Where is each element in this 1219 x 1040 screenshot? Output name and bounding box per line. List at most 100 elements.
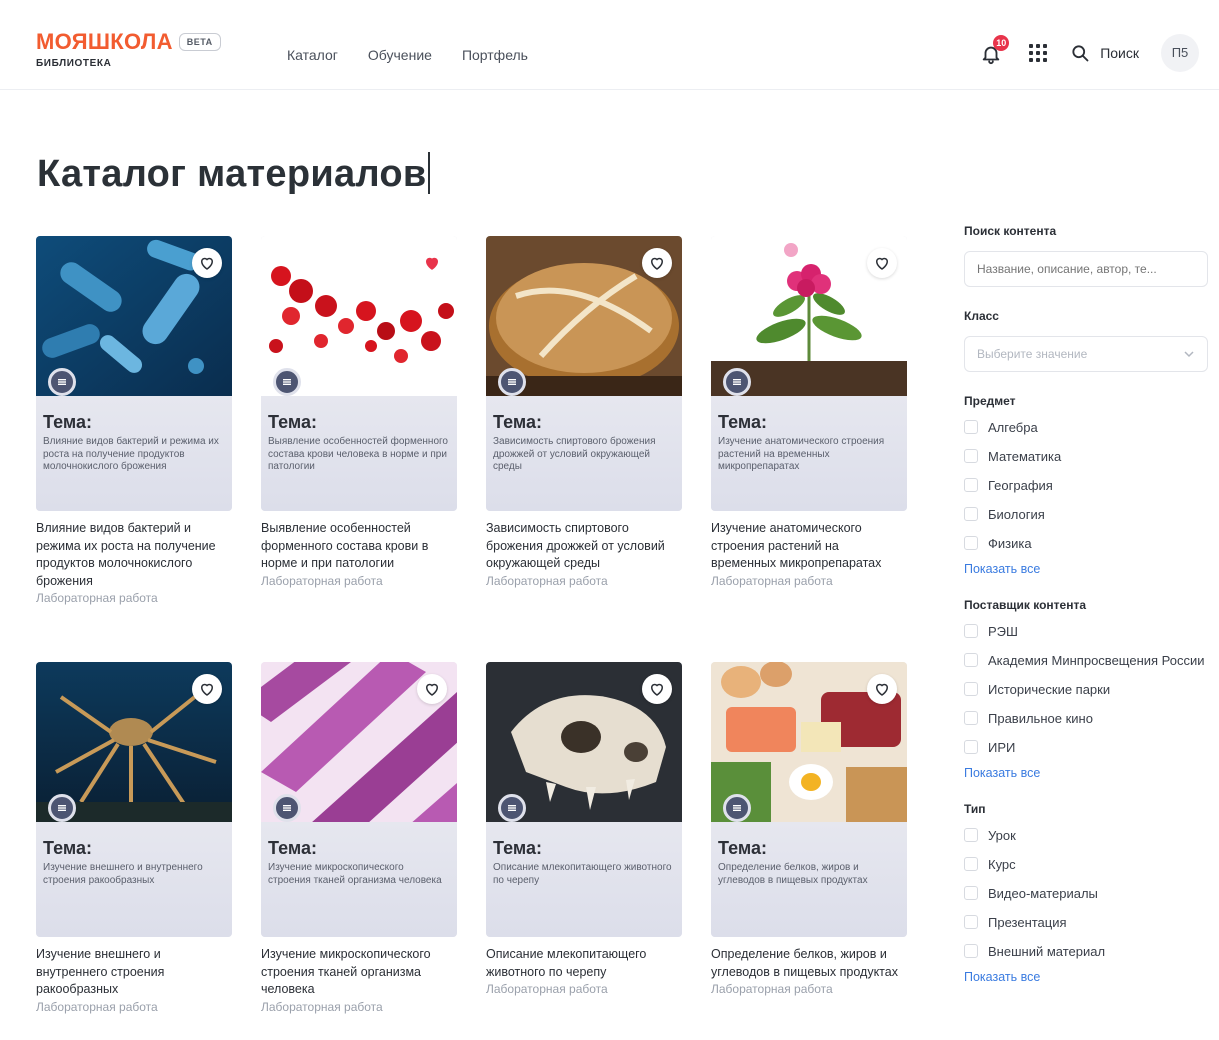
- card-title[interactable]: Влияние видов бактерий и режима их роста…: [36, 520, 232, 590]
- card-title[interactable]: Описание млекопитающего животного по чер…: [486, 946, 682, 981]
- card-type: Лабораторная работа: [486, 573, 608, 588]
- checkbox[interactable]: [964, 449, 978, 463]
- topic-label: Тема:: [268, 838, 317, 858]
- material-card[interactable]: Тема: Изучение анатомического строения р…: [711, 236, 907, 590]
- checkbox[interactable]: [964, 886, 978, 900]
- search-button[interactable]: Поиск: [1070, 43, 1139, 63]
- filter-option[interactable]: РЭШ: [964, 622, 1210, 641]
- filter-option[interactable]: Биология: [964, 505, 1210, 524]
- filter-option[interactable]: Математика: [964, 447, 1210, 466]
- checkbox[interactable]: [964, 740, 978, 754]
- favorite-button[interactable]: [642, 248, 672, 278]
- list-icon: [498, 794, 526, 822]
- option-label: Правильное кино: [988, 711, 1093, 726]
- card-type: Лабораторная работа: [261, 573, 383, 588]
- list-icon: [48, 794, 76, 822]
- material-card[interactable]: Тема: Определение белков, жиров и углево…: [711, 662, 907, 998]
- list-icon: [498, 368, 526, 396]
- filter-option[interactable]: Внешний материал: [964, 942, 1210, 961]
- show-all-link[interactable]: Показать все: [964, 766, 1210, 780]
- apps-grid-icon[interactable]: [1028, 43, 1048, 63]
- card-title[interactable]: Определение белков, жиров и углеводов в …: [711, 946, 907, 981]
- card-topic-panel: Тема: Изучение микроскопического строени…: [261, 822, 457, 937]
- filter-option[interactable]: Урок: [964, 826, 1210, 845]
- favorite-button[interactable]: [867, 674, 897, 704]
- notifications-button[interactable]: 10: [980, 35, 1010, 66]
- heart-icon: [200, 683, 214, 696]
- card-type: Лабораторная работа: [261, 999, 383, 1014]
- favorite-button[interactable]: [417, 674, 447, 704]
- favorite-button[interactable]: [192, 674, 222, 704]
- checkbox[interactable]: [964, 624, 978, 638]
- filter-heading: Предмет: [964, 394, 1016, 408]
- list-icon: [48, 368, 76, 396]
- checkbox[interactable]: [964, 828, 978, 842]
- content-search-input[interactable]: [964, 251, 1208, 287]
- card-thumbnail: Тема: Изучение микроскопического строени…: [261, 662, 457, 937]
- checkbox[interactable]: [964, 478, 978, 492]
- option-label: Презентация: [988, 915, 1067, 930]
- list-icon: [723, 368, 751, 396]
- topic-text: Изучение анатомического строения растени…: [718, 436, 885, 472]
- favorite-button[interactable]: [417, 248, 447, 278]
- favorite-button[interactable]: [642, 674, 672, 704]
- logo-subtitle: БИБЛИОТЕКА: [36, 58, 112, 69]
- filter-search: Поиск контента: [964, 224, 1210, 287]
- logo[interactable]: МОЯШКОЛА BETA БИБЛИОТЕКА: [36, 30, 221, 69]
- card-thumbnail: Тема: Выявление особенностей форменного …: [261, 236, 457, 511]
- card-title[interactable]: Изучение анатомического строения растени…: [711, 520, 907, 573]
- logo-wordmark: МОЯШКОЛА: [36, 29, 173, 54]
- filter-option[interactable]: Академия Минпросвещения России: [964, 651, 1210, 670]
- card-thumbnail: Тема: Описание млекопитающего животного …: [486, 662, 682, 937]
- card-title[interactable]: Изучение внешнего и внутреннего строения…: [36, 946, 232, 999]
- show-all-link[interactable]: Показать все: [964, 562, 1210, 576]
- filter-option[interactable]: Курс: [964, 855, 1210, 874]
- filter-option[interactable]: География: [964, 476, 1210, 495]
- topic-text: Описание млекопитающего животного по чер…: [493, 862, 672, 886]
- filter-option[interactable]: Алгебра: [964, 418, 1210, 437]
- show-all-link[interactable]: Показать все: [964, 970, 1210, 984]
- material-card[interactable]: Тема: Описание млекопитающего животного …: [486, 662, 682, 998]
- material-card[interactable]: Тема: Влияние видов бактерий и режима их…: [36, 236, 232, 607]
- card-title[interactable]: Изучение микроскопического строения ткан…: [261, 946, 457, 999]
- notifications-count-badge: 10: [993, 35, 1010, 51]
- checkbox[interactable]: [964, 915, 978, 929]
- card-title[interactable]: Выявление особенностей форменного состав…: [261, 520, 457, 573]
- user-avatar[interactable]: П5: [1161, 34, 1199, 72]
- nav-portfolio[interactable]: Портфель: [462, 47, 528, 63]
- list-icon: [273, 794, 301, 822]
- card-topic-panel: Тема: Определение белков, жиров и углево…: [711, 822, 907, 937]
- option-label: Математика: [988, 449, 1062, 464]
- material-card[interactable]: Тема: Изучение внешнего и внутреннего ст…: [36, 662, 232, 1016]
- filter-option[interactable]: ИРИ: [964, 738, 1210, 757]
- checkbox[interactable]: [964, 507, 978, 521]
- material-card[interactable]: Тема: Зависимость спиртового брожения др…: [486, 236, 682, 590]
- card-thumbnail: Тема: Влияние видов бактерий и режима их…: [36, 236, 232, 511]
- material-card[interactable]: Тема: Выявление особенностей форменного …: [261, 236, 457, 590]
- filter-option[interactable]: Видео-материалы: [964, 884, 1210, 903]
- checkbox[interactable]: [964, 420, 978, 434]
- header: МОЯШКОЛА BETA БИБЛИОТЕКА Каталог Обучение…: [0, 0, 1219, 90]
- checkbox[interactable]: [964, 682, 978, 696]
- nav-learning[interactable]: Обучение: [368, 47, 432, 63]
- favorite-button[interactable]: [192, 248, 222, 278]
- checkbox[interactable]: [964, 536, 978, 550]
- favorite-button[interactable]: [867, 248, 897, 278]
- card-topic-panel: Тема: Выявление особенностей форменного …: [261, 396, 457, 511]
- checkbox[interactable]: [964, 857, 978, 871]
- checkbox[interactable]: [964, 711, 978, 725]
- checkbox[interactable]: [964, 653, 978, 667]
- filter-option[interactable]: Презентация: [964, 913, 1210, 932]
- card-title[interactable]: Зависимость спиртового брожения дрожжей …: [486, 520, 682, 573]
- checkbox[interactable]: [964, 944, 978, 958]
- filter-option[interactable]: Физика: [964, 534, 1210, 553]
- heart-icon: [875, 257, 889, 270]
- filter-option[interactable]: Исторические парки: [964, 680, 1210, 699]
- material-card[interactable]: Тема: Изучение микроскопического строени…: [261, 662, 457, 1016]
- option-label: Курс: [988, 857, 1016, 872]
- filter-option[interactable]: Правильное кино: [964, 709, 1210, 728]
- topic-label: Тема:: [43, 838, 92, 858]
- nav-catalog[interactable]: Каталог: [287, 47, 338, 63]
- grade-select[interactable]: Выберите значение: [964, 336, 1208, 372]
- filter-heading: Поиск контента: [964, 224, 1057, 238]
